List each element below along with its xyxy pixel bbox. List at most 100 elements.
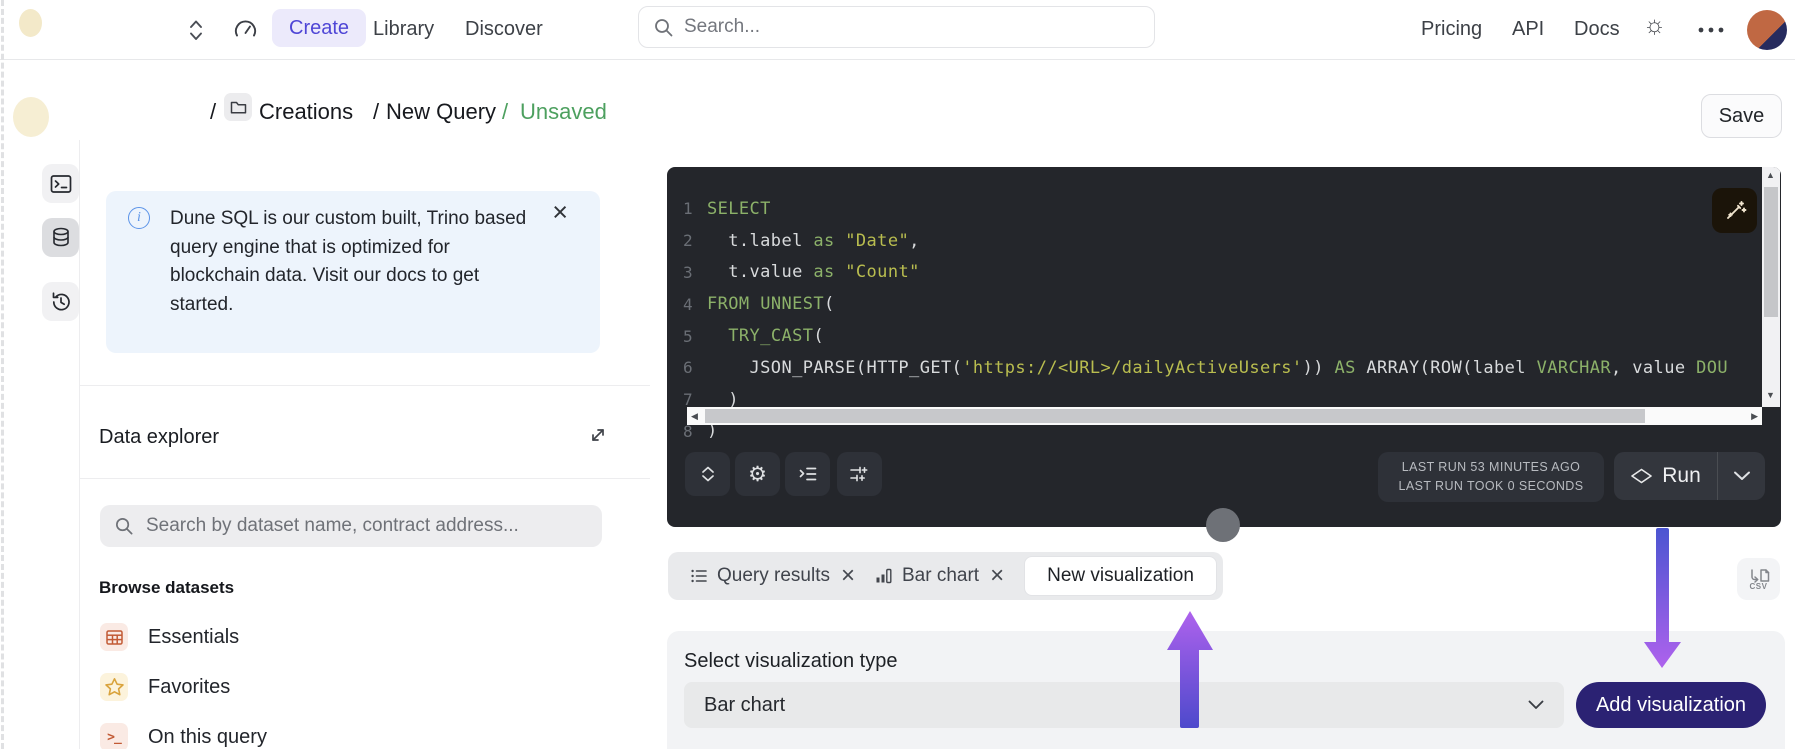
scroll-down-icon[interactable]: ▼ <box>1766 391 1775 400</box>
close-tab-icon[interactable]: × <box>990 564 1004 588</box>
code-text: FROM UNNEST( <box>707 294 835 314</box>
editor-resize-handle[interactable] <box>1206 508 1240 542</box>
nav-discover[interactable]: Discover <box>465 18 543 41</box>
breadcrumb-creations[interactable]: Creations <box>259 99 353 125</box>
global-search-input[interactable] <box>684 16 1140 38</box>
magic-wand-icon <box>1723 199 1747 223</box>
breadcrumb-query-name[interactable]: New Query <box>386 99 496 125</box>
rail-data-explorer-button[interactable] <box>42 218 79 257</box>
dataset-search[interactable] <box>100 505 602 547</box>
rail-divider <box>79 140 80 749</box>
more-menu-icon[interactable] <box>1698 27 1726 33</box>
dataset-list: Essentials Favorites>_On this query <box>100 612 604 749</box>
code-line[interactable]: 4 FROM UNNEST( <box>667 288 1781 320</box>
scroll-left-icon[interactable]: ◀ <box>691 412 698 421</box>
team-avatar[interactable] <box>13 97 49 137</box>
code-text: JSON_PARSE(HTTP_GET('https://<URL>/daily… <box>707 358 1728 378</box>
csv-label: CSV <box>1750 582 1768 591</box>
close-banner-icon[interactable]: × <box>552 199 568 226</box>
breadcrumb-separator: / <box>373 99 379 125</box>
logo[interactable] <box>19 9 42 37</box>
info-icon: i <box>128 207 150 229</box>
banner-message: Dune SQL is our custom built, Trino base… <box>170 205 532 319</box>
dataset-item-label: Essentials <box>148 626 239 649</box>
run-diamond-icon <box>1630 468 1653 484</box>
results-tabs: Query results × Bar chart × New visualizatio… <box>668 552 1223 600</box>
tab-label: New visualization <box>1047 565 1194 587</box>
workspace-switcher-icon[interactable] <box>186 17 206 44</box>
chevron-down-icon <box>1528 700 1544 710</box>
tab-new-visualization[interactable]: New visualization <box>1024 556 1217 596</box>
run-options-button[interactable] <box>1718 452 1765 500</box>
line-number: 1 <box>667 199 693 218</box>
add-visualization-button[interactable]: Add visualization <box>1576 682 1766 728</box>
line-number: 3 <box>667 263 693 282</box>
editor-horizontal-scrollbar[interactable]: ◀ ▶ <box>687 407 1762 425</box>
status-badge: Unsaved <box>520 99 607 125</box>
rail-history-button[interactable] <box>42 282 79 321</box>
dataset-item-on-this-query[interactable]: >_On this query <box>100 712 604 749</box>
history-clock-icon <box>49 290 73 314</box>
sql-editor[interactable]: 1SELECT2 t.label as "Date",3 t.value as … <box>667 167 1781 527</box>
visualization-type-select[interactable]: Bar chart <box>684 682 1564 728</box>
line-number: 5 <box>667 327 693 346</box>
scroll-up-icon[interactable]: ▲ <box>1766 171 1775 180</box>
tab-query-results[interactable]: Query results × <box>680 552 865 600</box>
last-run-info: LAST RUN 53 MINUTES AGO LAST RUN TOOK 0 … <box>1378 452 1604 502</box>
dune-query-editor-page: Create Library Discover Pricing API Docs… <box>0 0 1795 749</box>
data-explorer-title: Data explorer <box>99 426 219 449</box>
global-search[interactable] <box>638 6 1155 48</box>
nav-docs[interactable]: Docs <box>1574 18 1620 41</box>
dashboard-gauge-icon[interactable] <box>232 16 259 43</box>
line-number: 4 <box>667 295 693 314</box>
database-icon <box>49 226 73 250</box>
code-line[interactable]: 6 JSON_PARSE(HTTP_GET('https://<URL>/dai… <box>667 352 1781 384</box>
code-text: SELECT <box>707 199 771 219</box>
nav-library[interactable]: Library <box>373 18 434 41</box>
nav-pricing[interactable]: Pricing <box>1421 18 1482 41</box>
vertical-scroll-thumb[interactable] <box>1764 187 1778 317</box>
dataset-item-favorites[interactable]: Favorites <box>100 662 604 712</box>
save-button[interactable]: Save <box>1701 94 1782 138</box>
export-csv-button[interactable]: CSV <box>1737 558 1780 600</box>
code-line[interactable]: 1 SELECT <box>667 193 1781 225</box>
search-icon <box>114 516 134 536</box>
ai-wand-button[interactable] <box>1712 188 1757 233</box>
bar-chart-icon <box>875 567 893 585</box>
expand-panel-icon[interactable] <box>585 422 611 448</box>
format-query-button[interactable] <box>785 452 830 496</box>
search-icon <box>653 17 674 38</box>
editor-settings-button[interactable]: ⚙ <box>735 452 780 496</box>
dataset-search-input[interactable] <box>146 515 588 537</box>
new-visualization-panel: Select visualization type Bar chart Add … <box>667 631 1785 749</box>
run-button[interactable]: Run <box>1614 452 1765 500</box>
theme-sun-icon[interactable]: ☼ <box>1643 13 1666 38</box>
gear-icon: ⚙ <box>748 464 767 485</box>
code-line[interactable]: 2 t.label as "Date", <box>667 225 1781 257</box>
tab-bar-chart[interactable]: Bar chart × <box>865 552 1014 600</box>
nav-api[interactable]: API <box>1512 18 1544 41</box>
run-label: Run <box>1662 464 1701 488</box>
nav-create[interactable]: Create <box>272 9 366 47</box>
code-text: t.value as "Count" <box>707 262 920 282</box>
indent-format-icon <box>798 464 818 484</box>
last-run-took: LAST RUN TOOK 0 SECONDS <box>1399 478 1584 495</box>
visualization-type-value: Bar chart <box>704 694 1528 717</box>
dataset-item-essentials[interactable]: Essentials <box>100 612 604 662</box>
code-line[interactable]: 3 t.value as "Count" <box>667 257 1781 289</box>
close-tab-icon[interactable]: × <box>841 564 855 588</box>
add-parameter-button[interactable] <box>837 452 882 496</box>
horizontal-scroll-thumb[interactable] <box>705 409 1645 423</box>
tab-label: Query results <box>717 565 830 587</box>
user-avatar[interactable] <box>1747 10 1787 50</box>
rail-query-editor-button[interactable] <box>42 164 79 203</box>
divider <box>79 385 650 386</box>
code-line[interactable]: 5 TRY_CAST( <box>667 320 1781 352</box>
expand-editor-button[interactable] <box>685 452 730 496</box>
browse-datasets-label: Browse datasets <box>99 578 234 598</box>
scroll-right-icon[interactable]: ▶ <box>1751 412 1758 421</box>
editor-vertical-scrollbar[interactable]: ▲ ▼ <box>1762 167 1780 407</box>
line-number: 2 <box>667 231 693 250</box>
code-text: TRY_CAST( <box>707 326 824 346</box>
tab-label: Bar chart <box>902 565 979 587</box>
